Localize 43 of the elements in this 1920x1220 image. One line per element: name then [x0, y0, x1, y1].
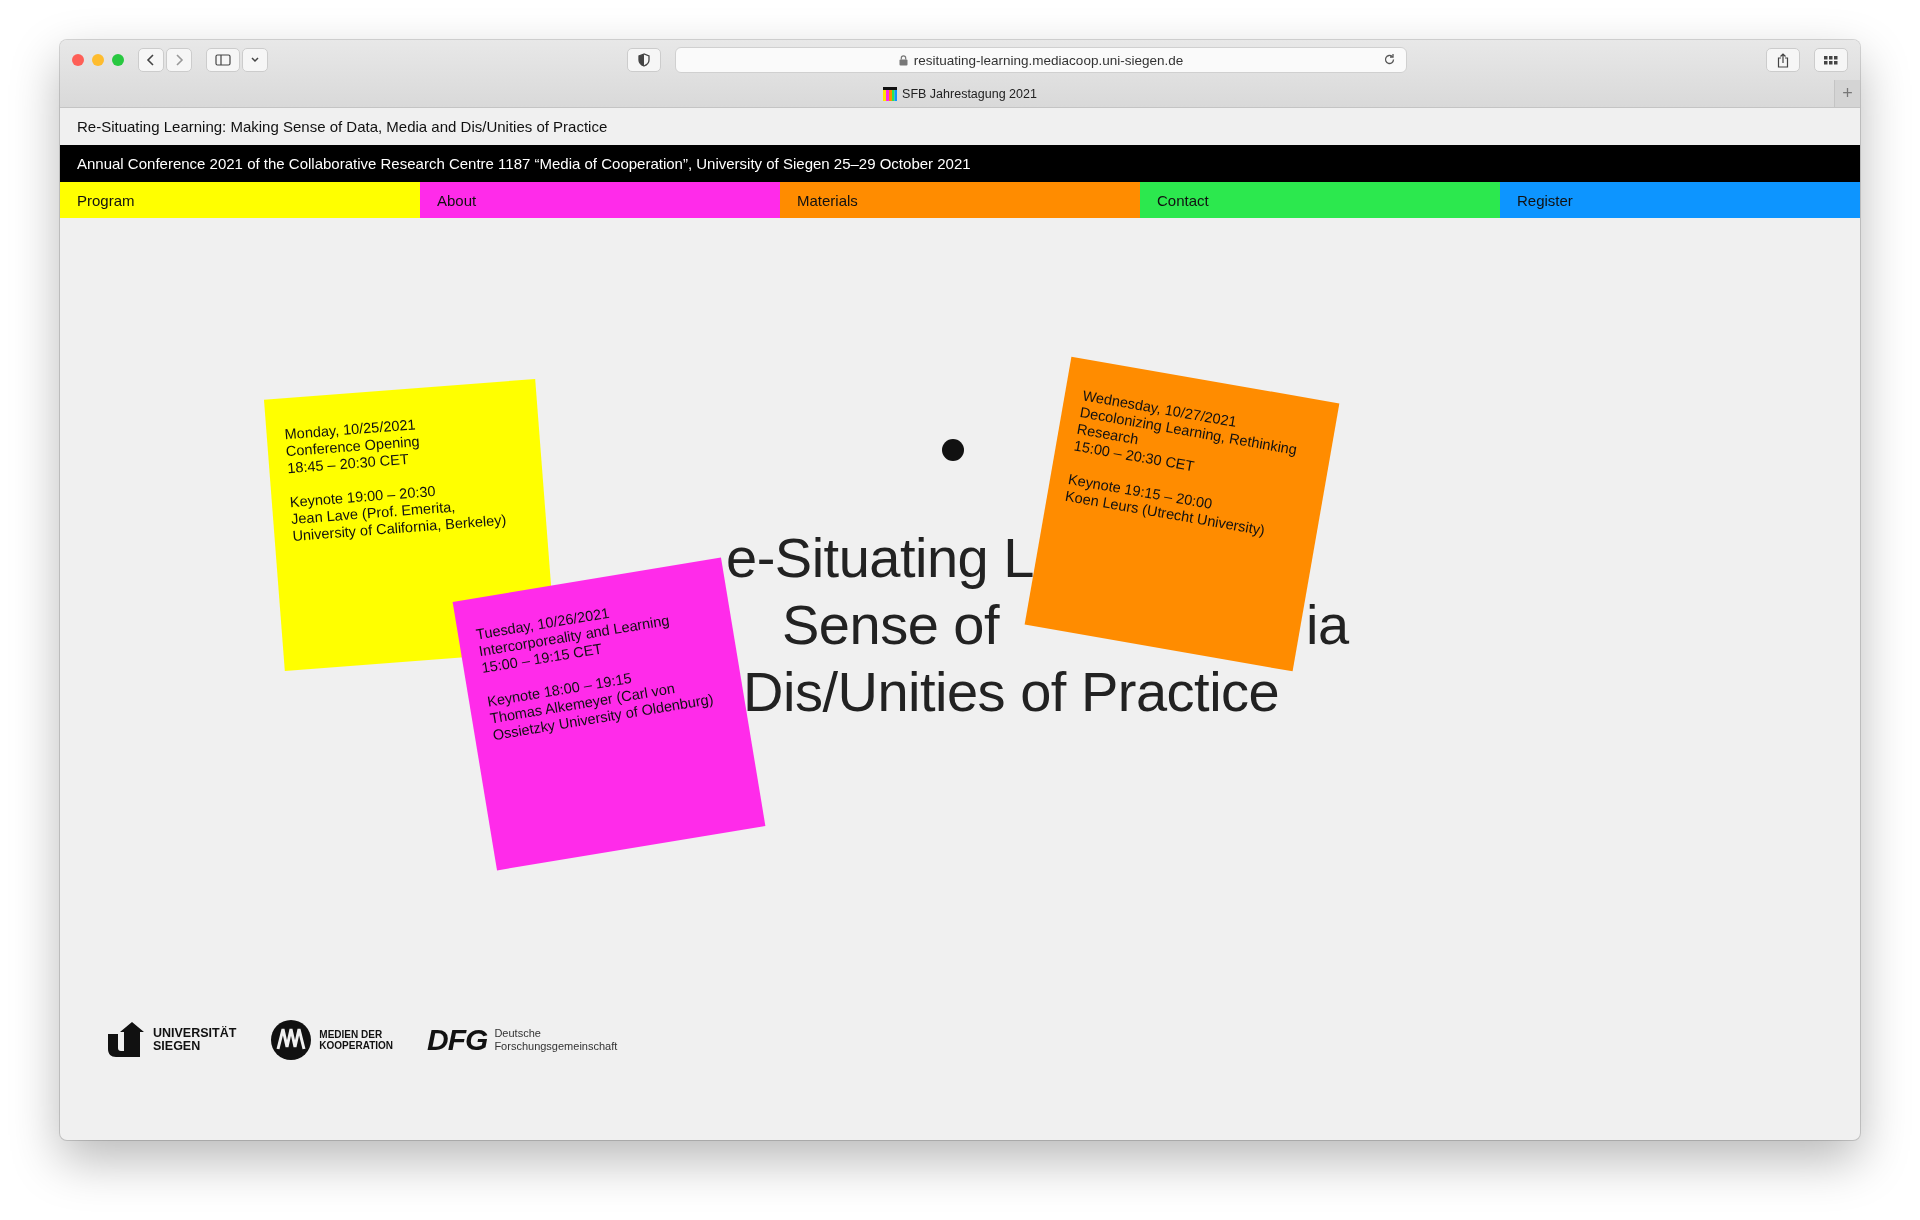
hero-title-text: Sense of: [782, 592, 1000, 658]
zoom-icon[interactable]: [112, 54, 124, 66]
lock-icon: [898, 54, 908, 66]
nav-link[interactable]: Register: [1500, 182, 1860, 218]
caret-icon: [250, 56, 260, 64]
nav-link[interactable]: Contact: [1140, 182, 1500, 218]
back-icon: [145, 53, 157, 67]
sidebar-icon: [215, 54, 231, 66]
conference-banner: Annual Conference 2021 of the Collaborative Research Centre 1187 “Media of Cooperation”, University of Siegen 25–29 October 2021: [60, 145, 1860, 182]
shield-icon: [638, 53, 650, 67]
url-text: resituating-learning.mediacoop.uni-siegen.de: [913, 52, 1184, 68]
sidebar-button[interactable]: [206, 48, 240, 72]
logo-text: MEDIEN DER: [319, 1029, 384, 1040]
cooperation-logo-icon: [270, 1019, 313, 1061]
browser-tab[interactable]: SFB Jahrestagung 2021: [883, 86, 1037, 101]
forward-icon: [173, 53, 185, 67]
logo-text: UNIVERSITÄT: [153, 1027, 237, 1040]
logo-text: KOOPERATION: [319, 1040, 394, 1051]
site-title: Re-Situating Learning: Making Sense of Data, Media and Dis/Unities of Practice: [76, 117, 609, 137]
back-button[interactable]: [138, 48, 164, 72]
hero-title-text: e-Situating L: [726, 525, 1034, 591]
university-logo-icon: [108, 1022, 146, 1058]
reload-icon[interactable]: [1383, 53, 1396, 66]
address-bar[interactable]: resituating-learning.mediacoop.uni-siegen.de: [675, 47, 1407, 73]
close-icon[interactable]: [72, 54, 84, 66]
hero-title-text: Dis/Unities of Practice: [743, 659, 1280, 725]
nav-link[interactable]: Program: [60, 182, 420, 218]
hero-title-text: ia: [1306, 592, 1349, 658]
nav-link[interactable]: Materials: [780, 182, 1140, 218]
dot-mark: [942, 439, 964, 461]
share-button[interactable]: [1766, 48, 1800, 72]
favicon-icon: [883, 86, 898, 101]
tab-overview-button[interactable]: [1814, 48, 1848, 72]
privacy-shield-button[interactable]: [627, 48, 661, 72]
nav-link[interactable]: About: [420, 182, 780, 218]
logo-text: Forschungsgemeinschaft: [494, 1040, 618, 1053]
share-icon: [1777, 52, 1789, 68]
grid-icon: [1824, 55, 1838, 65]
dfg-logo-text: DFG: [427, 1023, 488, 1057]
logo-text: Deutsche: [494, 1027, 542, 1040]
forward-button[interactable]: [166, 48, 192, 72]
logo-text: SIEGEN: [153, 1040, 202, 1053]
dropdown-button[interactable]: [242, 48, 268, 72]
